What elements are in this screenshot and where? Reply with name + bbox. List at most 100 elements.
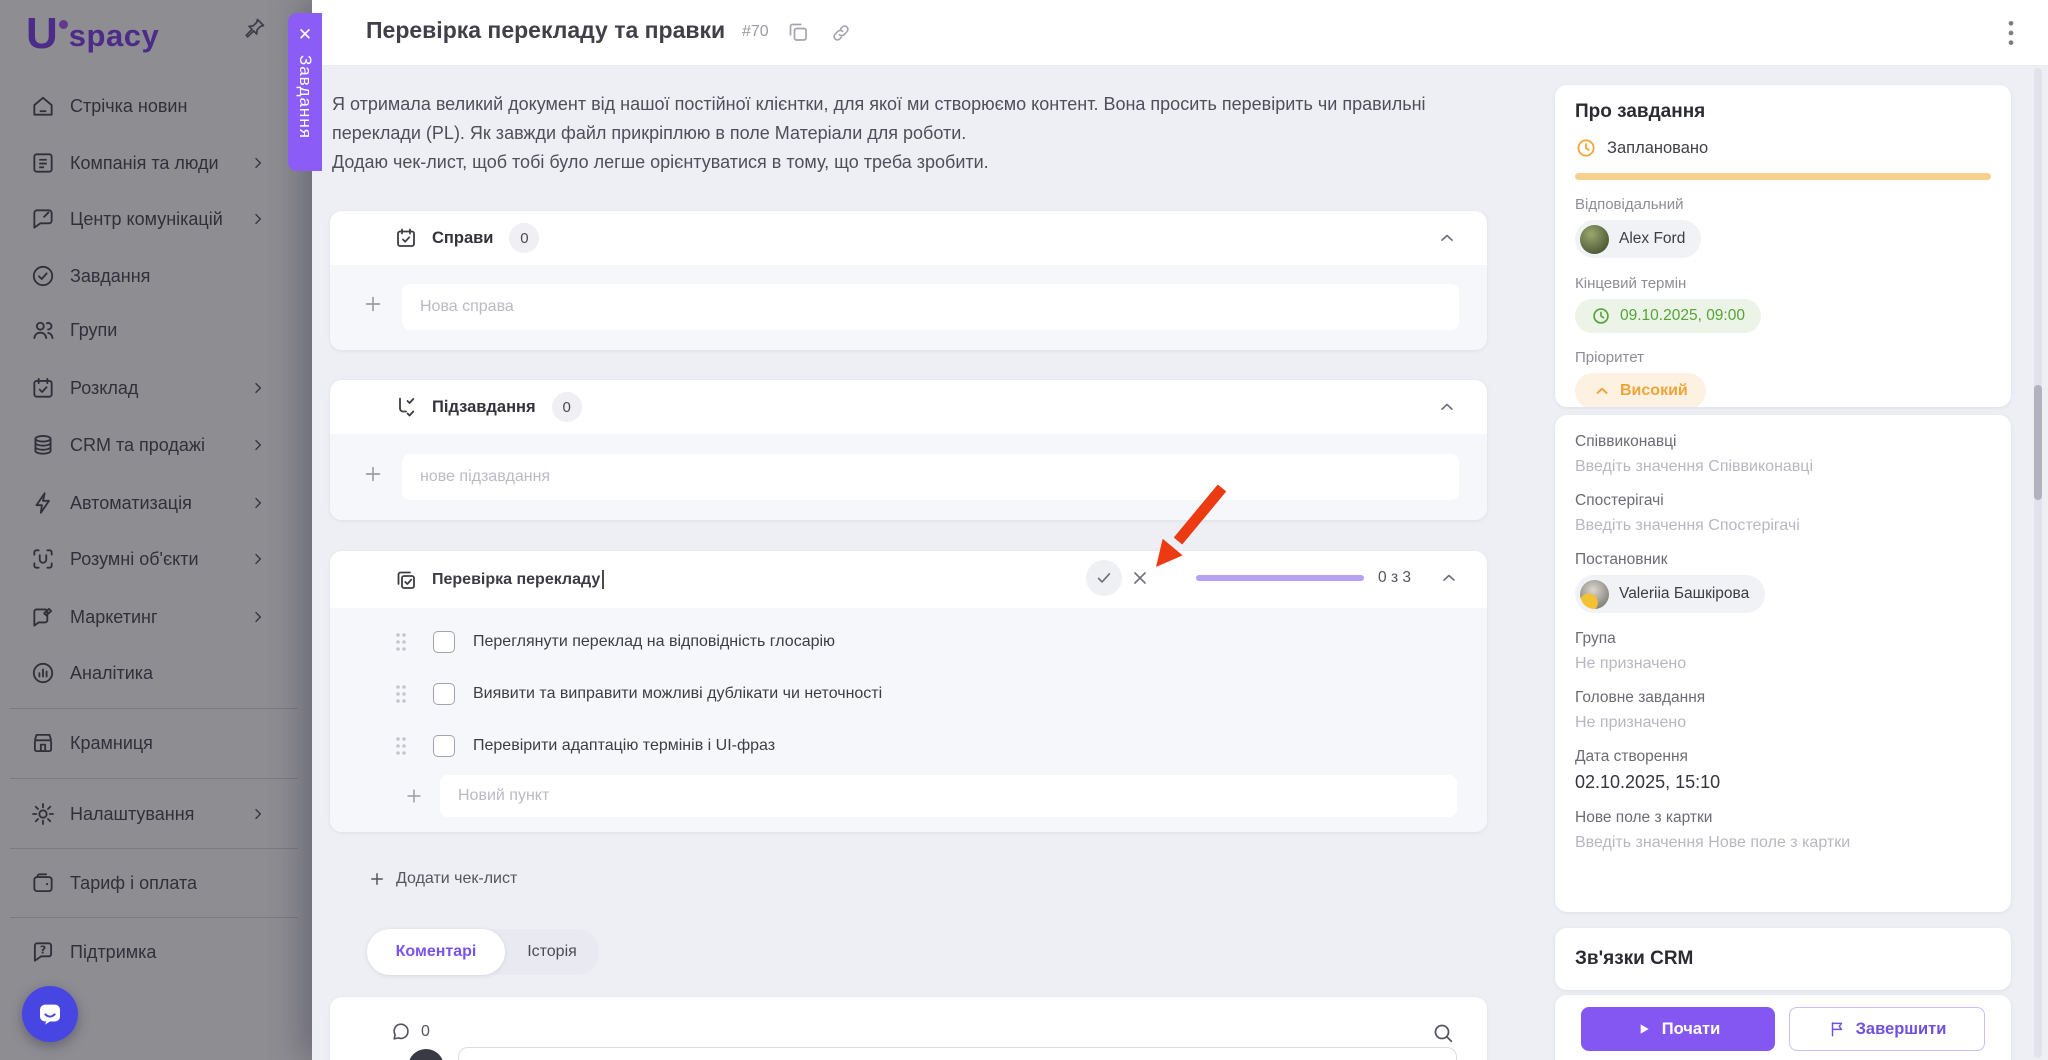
chevron-up-icon <box>1593 382 1611 400</box>
checkbox[interactable] <box>433 735 455 757</box>
observers-label: Спостерігачі <box>1575 492 1664 509</box>
author-person-chip[interactable]: Valeriia Башкірова <box>1575 575 1766 613</box>
new-comment-input[interactable] <box>458 1047 1457 1060</box>
checklist-icon <box>394 568 418 592</box>
new-todo-input[interactable] <box>402 284 1459 330</box>
drag-handle-icon[interactable] <box>394 735 410 757</box>
coexecutors-label: Співвиконавці <box>1575 433 1677 450</box>
task-status[interactable]: Заплановано <box>1575 137 1991 159</box>
main-task-label: Головне завдання <box>1575 688 1706 706</box>
comments-history-tabs: Коментарі Історія <box>367 929 599 975</box>
todos-card: Справи 0 <box>330 211 1487 350</box>
collapse-chevron-up-icon[interactable] <box>1439 568 1459 588</box>
support-chat-fab[interactable] <box>22 986 78 1042</box>
todos-card-body <box>330 265 1487 350</box>
checkbox[interactable] <box>433 631 455 653</box>
clock-icon <box>1591 306 1611 326</box>
responsible-person-chip[interactable]: Alex Ford <box>1575 220 1702 258</box>
task-fields-card: Співвиконавці Введіть значення Співвикон… <box>1555 415 2011 912</box>
plus-icon <box>368 870 386 888</box>
collapse-chevron-up-icon[interactable] <box>1437 397 1457 417</box>
sidebar-dim-overlay <box>0 0 312 1060</box>
cancel-checklist-title-button[interactable] <box>1122 560 1158 596</box>
subtask-tree-icon <box>394 395 418 419</box>
description-paragraph: Я отримала великий документ від нашої по… <box>332 94 1426 143</box>
plus-icon[interactable] <box>404 786 424 806</box>
tab-comments[interactable]: Коментарі <box>367 929 505 975</box>
add-checklist-label: Додати чек-лист <box>396 870 518 887</box>
drag-handle-icon[interactable] <box>394 683 410 705</box>
about-task-title: Про завдання <box>1575 101 1706 122</box>
clock-status-icon <box>1575 137 1597 159</box>
coexecutors-placeholder[interactable]: Введіть значення Співвиконавці <box>1575 458 1991 476</box>
comments-count: 0 <box>421 1023 430 1040</box>
deadline-chip[interactable]: 09.10.2025, 09:00 <box>1575 298 1761 333</box>
add-checklist-button[interactable]: Додати чек-лист <box>368 870 517 888</box>
start-task-button[interactable]: Почати <box>1581 1007 1775 1051</box>
status-progress-bar <box>1575 173 1991 180</box>
checklist-card: Перевірка перекладу 0 з 3 Переглянути пе… <box>330 484 1487 832</box>
checklist-item-row: Перевірити адаптацію термінів і UI-фраз <box>330 720 1487 772</box>
priority-value: Високий <box>1620 381 1688 399</box>
task-number: #70 <box>742 23 769 40</box>
checklist-item-row: Виявити та виправити можливі дублікати ч… <box>330 668 1487 720</box>
calendar-check-icon <box>394 226 418 250</box>
finish-task-button[interactable]: Завершити <box>1789 1007 1985 1051</box>
subtasks-count-badge: 0 <box>551 392 582 422</box>
flag-icon <box>1828 1020 1846 1038</box>
comments-card: 0 <box>330 997 1487 1060</box>
deadline-label: Кінцевий термін <box>1575 274 1687 292</box>
tab-history[interactable]: Історія <box>505 943 599 961</box>
checklist-progress-label: 0 з 3 <box>1378 569 1411 586</box>
checklist-item-row: Переглянути переклад на відповідність гл… <box>330 616 1487 668</box>
checkbox[interactable] <box>433 683 455 705</box>
subtasks-card-body <box>330 434 1487 520</box>
checklist-title-input[interactable]: Перевірка перекладу <box>432 571 600 589</box>
collapse-chevron-up-icon[interactable] <box>1437 228 1457 248</box>
new-subtask-input[interactable] <box>402 454 1459 500</box>
priority-chip[interactable]: Високий <box>1575 372 1706 407</box>
copy-icon[interactable] <box>786 20 810 44</box>
task-title[interactable]: Перевірка перекладу та правки <box>366 17 725 44</box>
task-slideover-panel: Перевірка перекладу та правки #70 Я отри… <box>312 0 2048 1060</box>
author-name: Valeriia Башкірова <box>1619 585 1750 602</box>
play-icon <box>1636 1021 1652 1037</box>
start-button-label: Почати <box>1661 1019 1721 1038</box>
avatar <box>1580 579 1609 609</box>
todos-count-badge: 0 <box>509 223 540 253</box>
new-checklist-item-input[interactable] <box>440 775 1457 817</box>
plus-icon[interactable] <box>362 293 384 315</box>
close-icon[interactable]: ✕ <box>298 23 312 47</box>
app-root: U spacy Стрічка новин Компанія та люди Ц… <box>0 0 2048 1060</box>
plus-icon[interactable] <box>362 463 384 485</box>
responsible-label: Відповідальний <box>1575 196 1684 213</box>
checklist-item-label: Переглянути переклад на відповідність гл… <box>473 633 836 650</box>
task-header: Перевірка перекладу та правки #70 <box>312 0 2048 66</box>
crm-links-title: Зв'язки CRM <box>1575 948 1694 969</box>
search-icon[interactable] <box>1431 1021 1455 1045</box>
subtasks-card-header[interactable]: Підзавдання 0 <box>330 380 1487 434</box>
checklist-header: Перевірка перекладу 0 з 3 <box>330 551 1487 608</box>
checklist-progress-bar <box>1196 575 1365 581</box>
scrollbar-thumb[interactable] <box>2034 385 2042 500</box>
confirm-checklist-title-button[interactable] <box>1086 560 1123 596</box>
description-paragraph: Додаю чек-лист, щоб тобі було легше оріє… <box>332 152 989 172</box>
about-task-card: Про завдання Заплановано Відповідальний … <box>1555 85 2011 407</box>
checklist-item-label: Виявити та виправити можливі дублікати ч… <box>473 685 883 702</box>
text-cursor <box>602 570 604 589</box>
observers-placeholder[interactable]: Введіть значення Спостерігачі <box>1575 517 1991 535</box>
custom-field-label: Нове поле з картки <box>1575 808 1713 826</box>
main-task-value[interactable]: Не призначено <box>1575 714 1991 732</box>
todos-card-header[interactable]: Справи 0 <box>330 211 1487 265</box>
link-icon[interactable] <box>830 22 852 44</box>
custom-field-placeholder[interactable]: Введіть значення Нове поле з картки <box>1575 834 1991 852</box>
drag-handle-icon[interactable] <box>394 631 410 653</box>
group-value[interactable]: Не призначено <box>1575 655 1991 673</box>
subtasks-card-title: Підзавдання <box>432 397 536 416</box>
more-options-kebab-icon[interactable] <box>2004 19 2018 47</box>
task-slideover-tab[interactable]: ✕ Завдання <box>288 13 322 171</box>
comment-bubble-icon <box>390 1021 412 1043</box>
crm-links-card: Зв'язки CRM <box>1555 928 2011 990</box>
created-date-label: Дата створення <box>1575 747 1688 765</box>
task-actions-card: Почати Завершити <box>1555 995 2011 1060</box>
